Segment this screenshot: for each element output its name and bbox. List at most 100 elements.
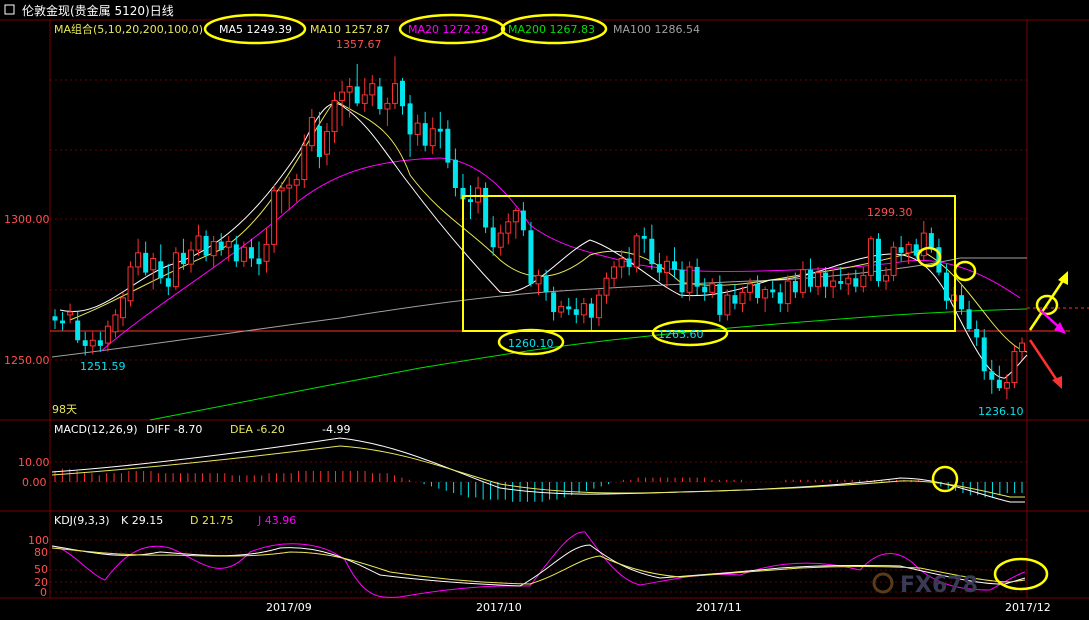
candle-body [580, 303, 587, 316]
candle-body [799, 269, 806, 293]
candle-body [60, 320, 66, 324]
candle-body [263, 243, 270, 262]
candle-body [860, 274, 867, 288]
candle-body [369, 83, 376, 96]
candle-body [180, 252, 186, 265]
ma10-line [69, 99, 1028, 353]
candle-body [52, 316, 58, 321]
candle-body [830, 280, 837, 288]
ma5-legend: MA5 1249.39 [219, 23, 292, 36]
candle-body [755, 283, 761, 298]
candle-body [898, 247, 904, 253]
candle-body [1011, 351, 1018, 384]
candle-body [89, 339, 96, 347]
candle-body [187, 249, 194, 265]
candle-body [792, 281, 798, 293]
candle-body [686, 266, 693, 293]
kdj-tick-0: 0 [40, 586, 47, 599]
candle-body [104, 325, 111, 344]
candle-body [422, 123, 428, 146]
macd-histogram [54, 468, 1023, 502]
candle-body [67, 311, 74, 316]
candle-body [883, 274, 890, 282]
ma100-legend: MA100 1286.54 [613, 23, 700, 36]
candle-body [694, 266, 700, 287]
annotation-low-start: 1251.59 [80, 360, 126, 373]
candle-body [649, 238, 655, 265]
candle-body [1019, 342, 1025, 353]
candle-body [203, 235, 209, 256]
annotation-days: 98天 [52, 403, 77, 416]
candle-body [429, 128, 436, 147]
candle-body [384, 102, 391, 110]
ma200-legend: MA200 1267.83 [508, 23, 595, 36]
candle-body [316, 125, 322, 157]
candle-body [989, 371, 995, 380]
candle-body [551, 292, 557, 313]
candle-body [717, 283, 723, 315]
candle-body [762, 289, 769, 299]
candle-body [588, 303, 594, 318]
candle-body [361, 94, 368, 104]
candle-body [112, 314, 119, 333]
macd-diff-line [51, 437, 1025, 503]
candle-body [293, 179, 300, 186]
kdj-tick-80: 80 [34, 546, 48, 559]
candle-body [377, 86, 383, 110]
kdj-j: J 43.96 [257, 514, 296, 527]
kdj-tick-50: 50 [34, 563, 48, 576]
candle-body [278, 187, 285, 192]
candle-body [520, 210, 526, 231]
candle-body [391, 83, 398, 104]
ma20-legend: MA20 1272.29 [408, 23, 488, 36]
candle-body [867, 238, 874, 276]
x-label-oct: 2017/10 [476, 601, 522, 614]
candle-body [603, 277, 610, 296]
candle-body [1003, 382, 1010, 389]
candle-body [505, 221, 512, 234]
candle-body [611, 266, 618, 279]
candle-body [301, 145, 308, 181]
arrow-up-icon [1028, 275, 1068, 331]
candle-body [981, 337, 987, 372]
candle-body [210, 241, 217, 257]
candle-body [543, 275, 549, 293]
candle-body [490, 227, 496, 248]
macd-diff: DIFF -8.70 [146, 423, 202, 436]
candle-body [747, 283, 754, 293]
candle-body [739, 291, 746, 305]
candle-body [354, 86, 360, 104]
candle-body [853, 278, 859, 287]
candle-body [702, 286, 708, 293]
frame [0, 19, 1089, 599]
candle-body [671, 261, 677, 270]
candle-body [838, 281, 844, 284]
candle-body [323, 131, 330, 155]
candle-body [656, 264, 662, 273]
price-tick-1300: 1300.00 [4, 213, 50, 226]
candle-body [845, 277, 852, 285]
candle-body [823, 272, 829, 287]
candle-body [920, 232, 927, 257]
candle-body [286, 184, 293, 189]
macd-value: -4.99 [322, 423, 350, 436]
candle-body [339, 91, 346, 102]
price-tick-1250: 1250.00 [4, 354, 50, 367]
candle-body [724, 294, 731, 316]
candlestick-chart: 伦敦金现(贵金属 5120)日线 MA组合(5,10,20,200,100,0)… [0, 3, 1089, 614]
square-menu-icon[interactable] [4, 4, 15, 15]
annotation-low-dec: 1236.10 [978, 405, 1024, 418]
candle-body [82, 340, 88, 346]
candle-body [770, 289, 776, 293]
forecast-arrows [1028, 271, 1068, 389]
candle-body [966, 309, 972, 329]
candle-body [528, 230, 534, 284]
candle-body [535, 274, 542, 285]
candle-body [633, 235, 640, 268]
candle-body [158, 261, 164, 279]
candle-body [75, 320, 81, 341]
candle-body [928, 233, 934, 248]
candle-body [452, 159, 458, 188]
candle-body [875, 238, 881, 282]
candle-body [468, 199, 474, 203]
